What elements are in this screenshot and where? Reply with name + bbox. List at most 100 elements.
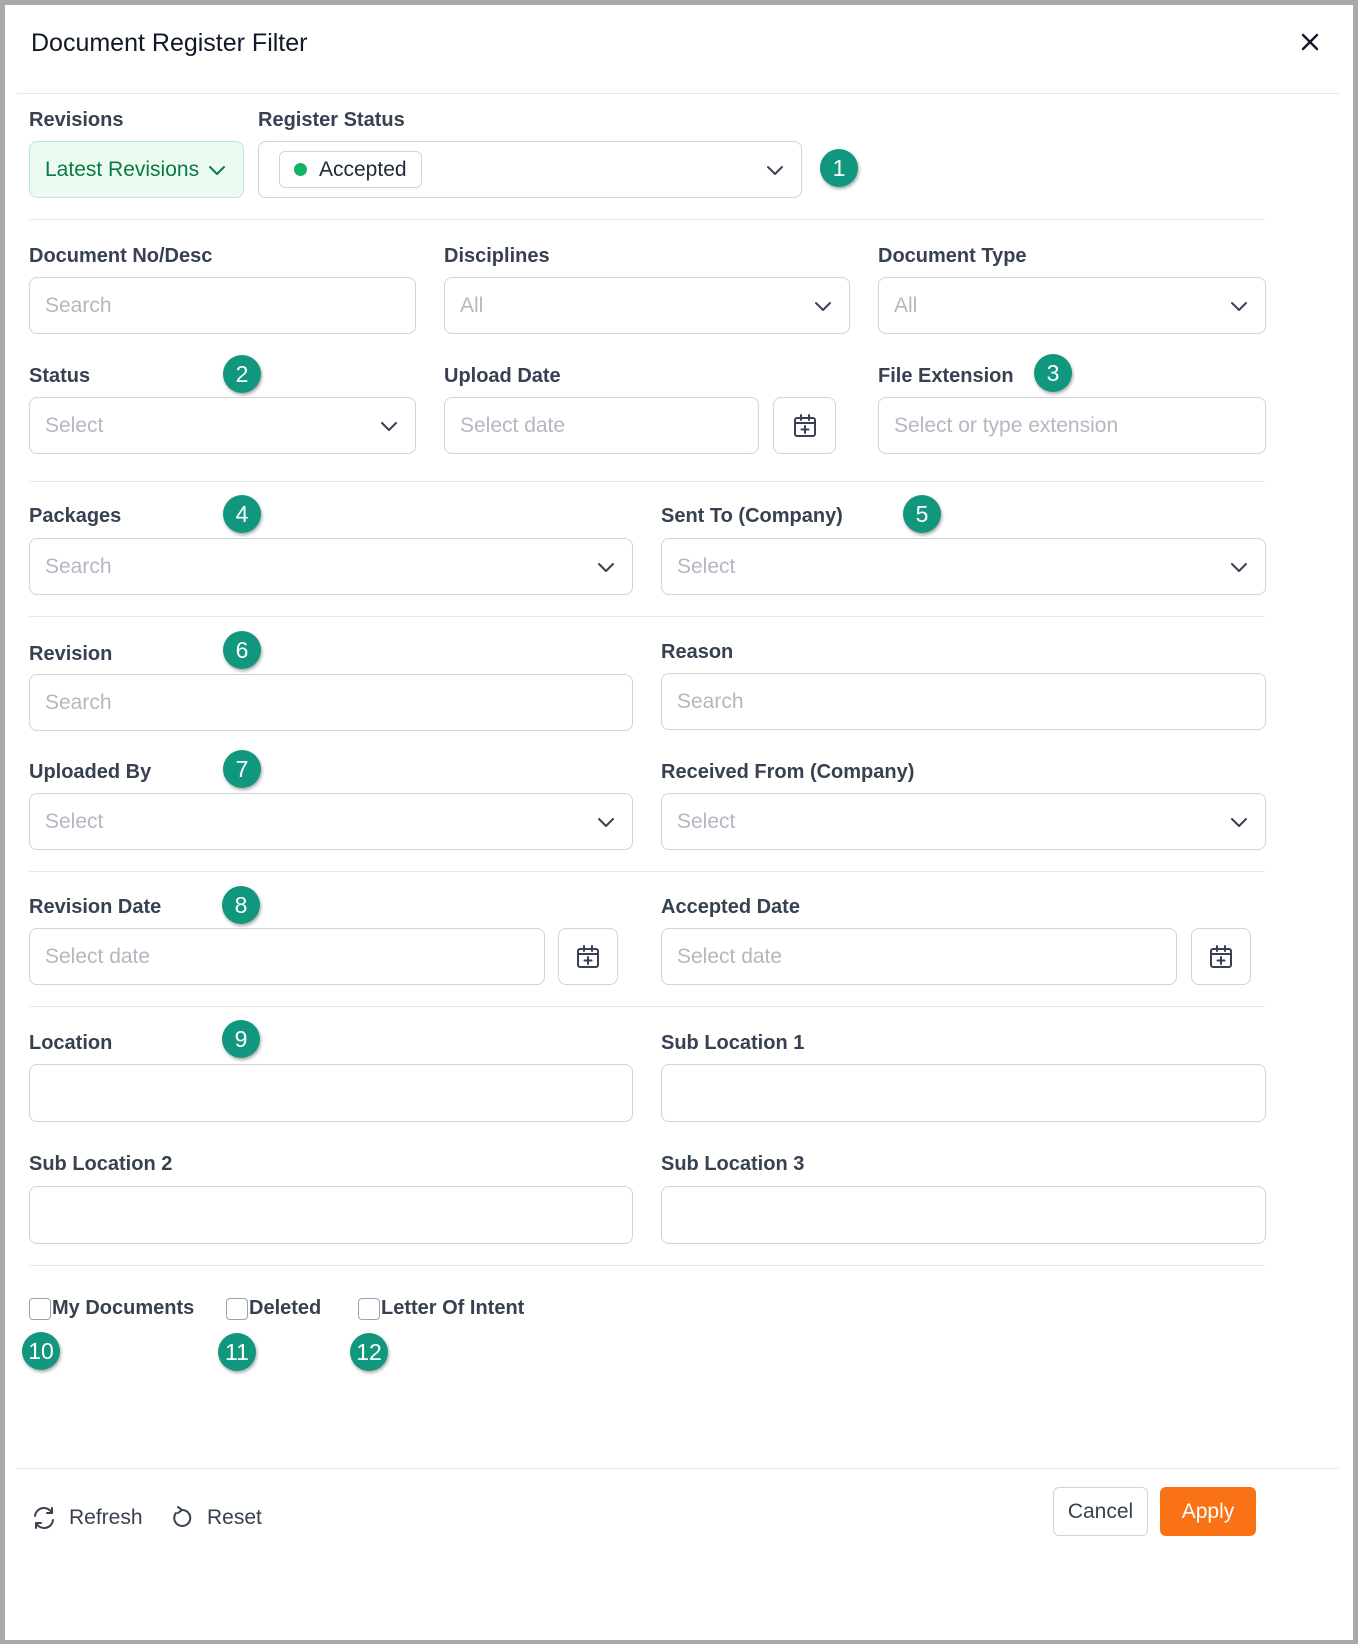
accepted-date-calendar-button[interactable] [1191,928,1251,985]
my-documents-checkbox[interactable]: My Documents [29,1297,194,1320]
accepted-date-label: Accepted Date [661,896,800,918]
deleted-label: Deleted [249,1297,322,1319]
packages-select[interactable]: Search [29,538,633,595]
revisions-value: Latest Revisions [45,157,200,181]
upload-date-input[interactable]: Select date [444,397,759,454]
uploaded-by-label: Uploaded By [29,761,152,783]
sub-location-3-input[interactable] [661,1186,1266,1244]
revision-date-calendar-button[interactable] [558,928,618,985]
chevron-down-icon [1231,817,1247,827]
document-type-select[interactable]: All [878,277,1266,334]
status-select[interactable]: Select [29,397,416,454]
annotation-badge: 1 [820,149,858,187]
placeholder: Search [45,690,112,714]
placeholder: Select [677,809,736,833]
document-no-label: Document No/Desc [29,245,213,267]
annotation-badge: 3 [1034,354,1072,392]
divider [29,481,1265,482]
revision-date-label: Revision Date [29,896,162,918]
sub-location-2-label: Sub Location 2 [29,1153,173,1175]
chevron-down-icon [598,562,614,572]
sent-to-label: Sent To (Company) [661,505,843,527]
disciplines-label: Disciplines [444,245,550,267]
placeholder: Select date [460,413,566,437]
revision-search-input[interactable]: Search [29,674,633,731]
annotation-badge: 6 [223,631,261,669]
annotation-badge: 11 [218,1333,256,1371]
placeholder: Search [45,554,112,578]
chevron-down-icon [209,165,225,175]
divider [29,616,1265,617]
checkbox-box[interactable] [226,1297,248,1320]
divider [17,93,1339,94]
calendar-icon [793,413,816,437]
revision-date-input[interactable]: Select date [29,928,545,985]
received-from-select[interactable]: Select [661,793,1266,850]
refresh-label: Refresh [69,1506,143,1529]
upload-date-label: Upload Date [444,365,561,387]
chevron-down-icon [815,301,831,311]
status-label: Status [29,365,91,387]
register-status-label: Register Status [258,109,405,131]
placeholder: Select [677,554,736,578]
reason-search-input[interactable]: Search [661,673,1266,730]
annotation-badge: 10 [22,1332,60,1370]
document-no-search-input[interactable]: Search [29,277,416,334]
accepted-date-input[interactable]: Select date [661,928,1177,985]
revision-label: Revision [29,643,113,665]
sub-location-2-input[interactable] [29,1186,633,1244]
placeholder: Select or type extension [894,413,1119,437]
divider [17,1468,1339,1469]
sub-location-1-label: Sub Location 1 [661,1032,805,1054]
upload-date-calendar-button[interactable] [773,397,836,454]
reset-button[interactable]: Reset [169,1505,262,1531]
sub-location-1-input[interactable] [661,1064,1266,1122]
annotation-badge: 2 [223,355,261,393]
register-status-select[interactable]: Accepted [258,141,802,198]
sent-to-select[interactable]: Select [661,538,1266,595]
my-documents-label: My Documents [52,1297,195,1319]
apply-button[interactable]: Apply [1160,1487,1256,1536]
close-icon [1301,33,1319,51]
annotation-badge: 4 [223,495,261,533]
revisions-select[interactable]: Latest Revisions [29,141,244,198]
chevron-down-icon [381,421,397,431]
letter-of-intent-checkbox[interactable]: Letter Of Intent [358,1297,524,1320]
annotation-badge: 7 [223,750,261,788]
location-input[interactable] [29,1064,633,1122]
cancel-button[interactable]: Cancel [1053,1487,1148,1536]
placeholder: Search [677,689,744,713]
packages-label: Packages [29,505,122,527]
status-dot [294,163,307,176]
placeholder: Select [45,413,104,437]
checkbox-box[interactable] [29,1297,51,1320]
reason-label: Reason [661,641,734,663]
placeholder: Search [45,293,112,317]
checkbox-box[interactable] [358,1297,380,1320]
divider [29,219,1265,220]
deleted-checkbox[interactable]: Deleted [226,1297,321,1320]
placeholder: All [460,293,484,317]
chevron-down-icon [1231,301,1247,311]
annotation-badge: 8 [222,886,260,924]
reset-label: Reset [207,1506,262,1529]
calendar-icon [1210,944,1232,968]
chevron-down-icon [1231,562,1247,572]
chevron-down-icon [598,817,614,827]
file-extension-input[interactable]: Select or type extension [878,397,1266,454]
reset-icon [173,1506,192,1527]
location-label: Location [29,1032,113,1054]
disciplines-select[interactable]: All [444,277,850,334]
divider [29,1006,1265,1007]
status-chip-label: Accepted [319,157,407,181]
letter-of-intent-label: Letter Of Intent [381,1297,525,1319]
revisions-label: Revisions [29,109,124,131]
uploaded-by-select[interactable]: Select [29,793,633,850]
placeholder: Select date [45,944,151,968]
calendar-icon [577,944,599,968]
divider [29,871,1265,872]
close-button[interactable] [1295,27,1325,57]
refresh-button[interactable]: Refresh [31,1505,143,1531]
placeholder: Select [45,809,104,833]
status-chip-accepted[interactable]: Accepted [279,151,422,188]
